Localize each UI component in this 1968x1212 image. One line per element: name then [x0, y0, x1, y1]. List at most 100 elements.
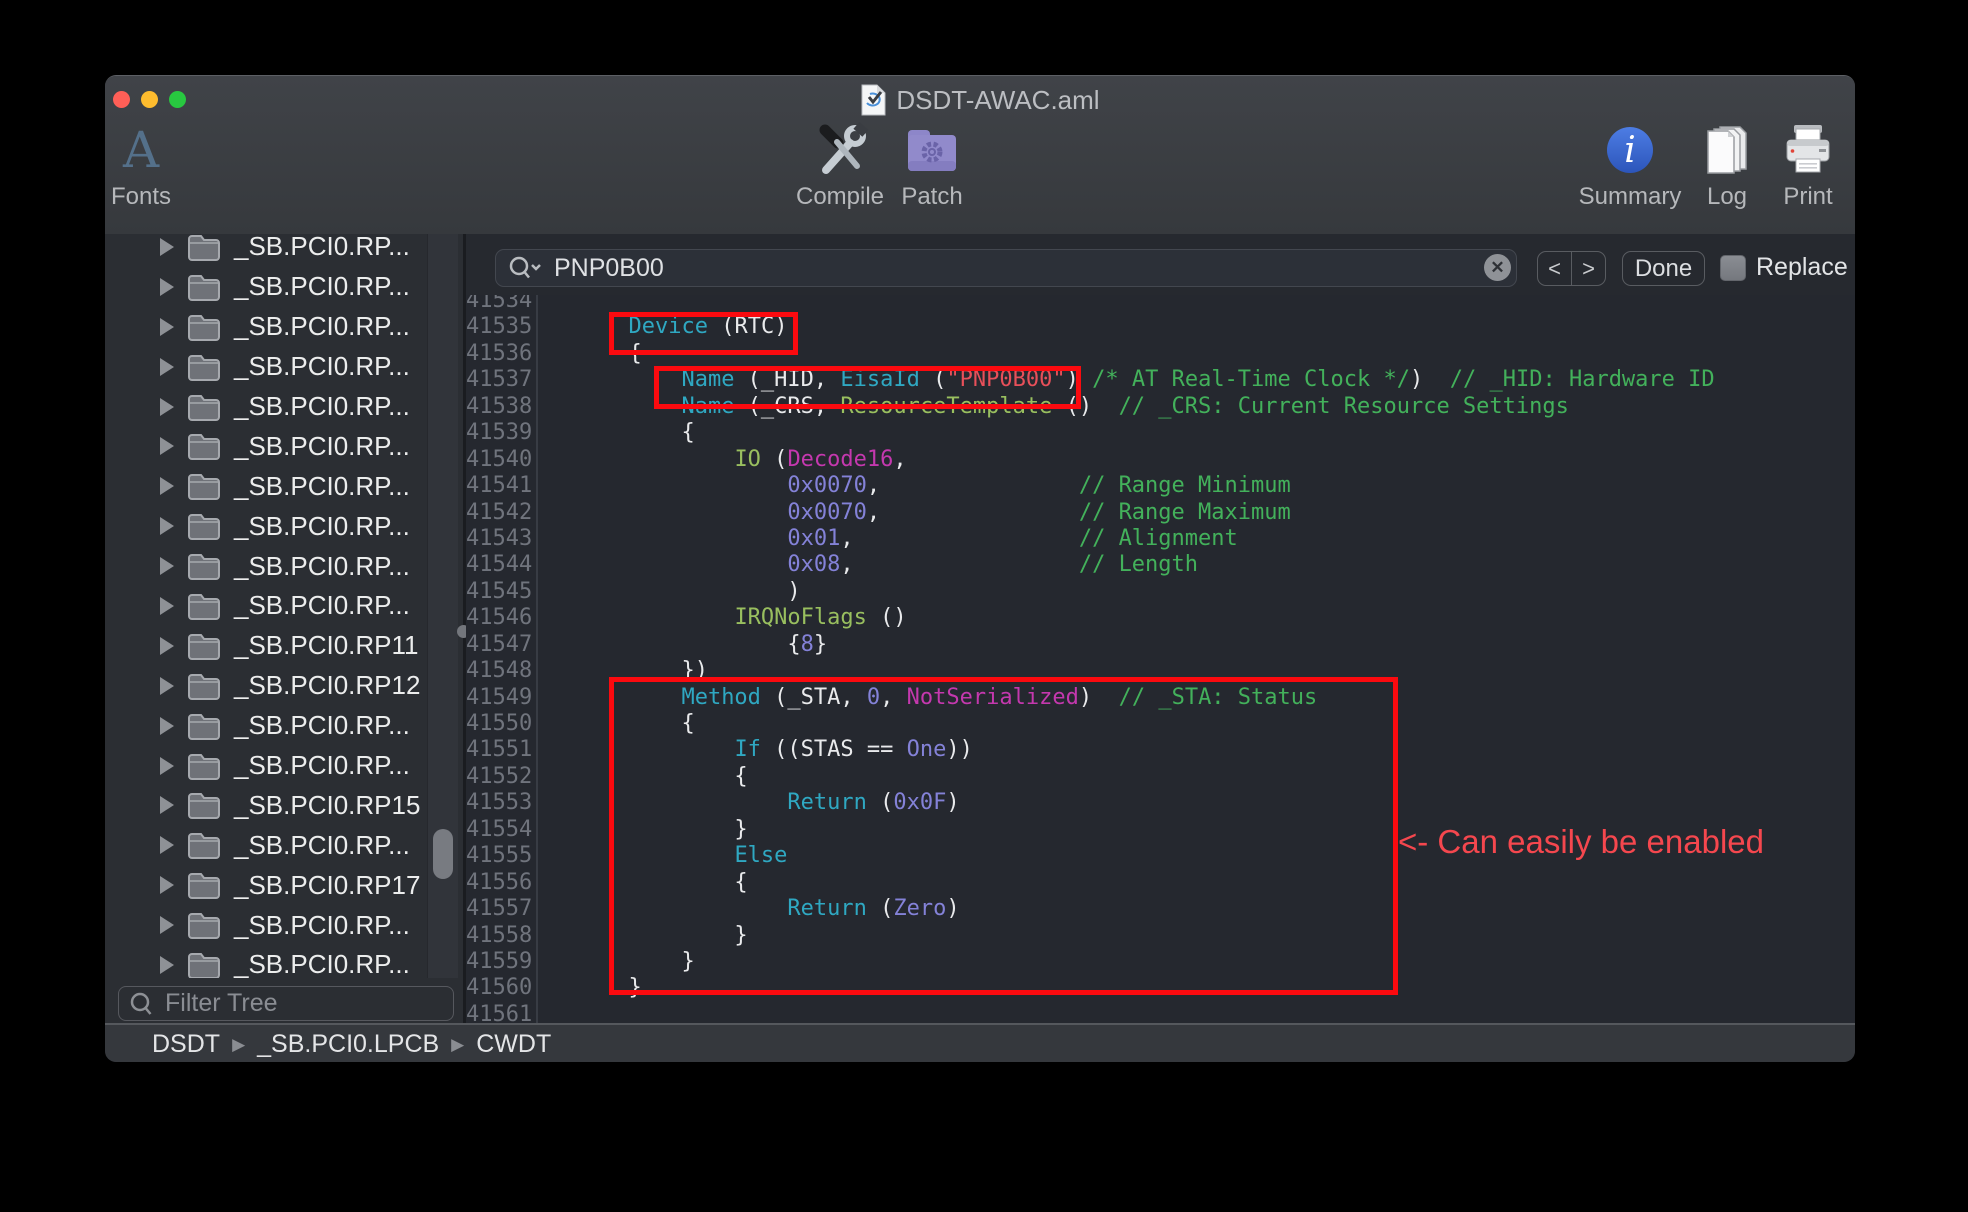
search-icon — [508, 255, 542, 281]
replace-checkbox[interactable] — [1720, 255, 1746, 281]
annotation-box-hid-eisaid — [654, 366, 1081, 409]
disclosure-triangle-icon[interactable] — [160, 597, 174, 615]
svg-text:i: i — [1624, 130, 1636, 171]
sidebar-item[interactable]: _SB.PCI0.RP12 — [105, 666, 427, 706]
sidebar-item-label: _SB.PCI0.RP... — [234, 351, 410, 382]
breadcrumb-item[interactable]: DSDT — [152, 1030, 220, 1059]
disclosure-triangle-icon[interactable] — [160, 437, 174, 455]
folder-icon — [187, 752, 221, 780]
breadcrumb-item[interactable]: _SB.PCI0.LPCB — [257, 1030, 439, 1059]
folder-icon — [187, 592, 221, 620]
find-next-button[interactable]: > — [1572, 252, 1605, 285]
disclosure-triangle-icon[interactable] — [160, 916, 174, 934]
toolbar-item-patch[interactable]: Patch — [877, 121, 987, 209]
code-line[interactable]: 41539 { — [466, 420, 1855, 446]
sidebar-item[interactable]: _SB.PCI0.RP... — [105, 905, 427, 945]
sidebar-item[interactable]: _SB.PCI0.RP... — [105, 267, 427, 307]
chevron-left-icon: < — [1548, 256, 1561, 282]
sidebar-item[interactable]: _SB.PCI0.RP... — [105, 546, 427, 586]
sidebar-item[interactable]: _SB.PCI0.RP... — [105, 746, 427, 786]
folder-icon — [187, 472, 221, 500]
summary-label: Summary — [1579, 185, 1682, 209]
sidebar-item-label: _SB.PCI0.RP... — [234, 391, 410, 422]
toolbar-item-print[interactable]: Print — [1753, 121, 1855, 209]
toolbar-item-summary[interactable]: i Summary — [1575, 121, 1685, 209]
code-text: 0x0070, // Range Maximum — [538, 500, 1291, 526]
folder-icon — [187, 313, 221, 341]
line-number: 41546 — [466, 605, 538, 631]
code-line[interactable]: 41542 0x0070, // Range Maximum — [466, 500, 1855, 526]
disclosure-triangle-icon[interactable] — [160, 477, 174, 495]
sidebar-item-label: _SB.PCI0.RP... — [234, 949, 410, 980]
sidebar-item[interactable]: _SB.PCI0.RP17 — [105, 865, 427, 905]
find-previous-button[interactable]: < — [1538, 252, 1572, 285]
filter-tree-input[interactable]: Filter Tree — [118, 986, 454, 1021]
sidebar-item[interactable]: _SB.PCI0.RP... — [105, 506, 427, 546]
disclosure-triangle-icon[interactable] — [160, 398, 174, 416]
disclosure-triangle-icon[interactable] — [160, 956, 174, 974]
code-line[interactable]: 41547 {8} — [466, 632, 1855, 658]
folder-icon — [187, 831, 221, 859]
folder-icon — [187, 632, 221, 660]
disclosure-triangle-icon[interactable] — [160, 876, 174, 894]
code-line[interactable]: 41541 0x0070, // Range Minimum — [466, 473, 1855, 499]
disclosure-triangle-icon[interactable] — [160, 757, 174, 775]
find-bar: PNP0B00 ✕ < > Done Replace — [466, 234, 1855, 296]
code-line[interactable]: 41540 IO (Decode16, — [466, 447, 1855, 473]
disclosure-triangle-icon[interactable] — [160, 358, 174, 376]
code-text: {8} — [538, 632, 827, 658]
disclosure-triangle-icon[interactable] — [160, 677, 174, 695]
line-number: 41538 — [466, 394, 538, 420]
done-button[interactable]: Done — [1622, 251, 1705, 286]
sidebar-item[interactable]: _SB.PCI0.RP... — [105, 307, 427, 347]
line-number: 41537 — [466, 367, 538, 393]
sidebar-scrollbar-thumb[interactable] — [433, 829, 453, 879]
search-input[interactable]: PNP0B00 — [495, 249, 1517, 287]
line-number: 41554 — [466, 817, 538, 843]
toolbar-item-fonts[interactable]: A Fonts — [105, 121, 196, 209]
sidebar-item-label: _SB.PCI0.RP... — [234, 311, 410, 342]
code-line[interactable]: 41546 IRQNoFlags () — [466, 605, 1855, 631]
sidebar-item[interactable]: _SB.PCI0.RP... — [105, 466, 427, 506]
disclosure-triangle-icon[interactable] — [160, 278, 174, 296]
disclosure-triangle-icon[interactable] — [160, 318, 174, 336]
code-text: 0x01, // Alignment — [538, 526, 1238, 552]
sidebar-item[interactable]: _SB.PCI0.RP11 — [105, 626, 427, 666]
sidebar-item-label: _SB.PCI0.RP... — [234, 234, 410, 262]
line-number: 41555 — [466, 843, 538, 869]
sidebar-item[interactable]: _SB.PCI0.RP... — [105, 426, 427, 466]
print-label: Print — [1783, 185, 1832, 209]
sidebar-item-label: _SB.PCI0.RP... — [234, 271, 410, 302]
code-text: 0x08, // Length — [538, 552, 1198, 578]
disclosure-triangle-icon[interactable] — [160, 796, 174, 814]
sidebar-item[interactable]: _SB.PCI0.RP... — [105, 825, 427, 865]
sidebar-item[interactable]: _SB.PCI0.RP... — [105, 706, 427, 746]
titlebar: DSDT-AWAC.aml — [105, 84, 1855, 116]
sidebar-item[interactable]: _SB.PCI0.RP... — [105, 234, 427, 267]
line-number: 41539 — [466, 420, 538, 446]
code-line[interactable]: 41545 ) — [466, 579, 1855, 605]
disclosure-triangle-icon[interactable] — [160, 517, 174, 535]
line-number: 41541 — [466, 473, 538, 499]
line-number: 41536 — [466, 341, 538, 367]
code-line[interactable]: 41543 0x01, // Alignment — [466, 526, 1855, 552]
disclosure-triangle-icon[interactable] — [160, 836, 174, 854]
sidebar-item[interactable]: _SB.PCI0.RP15 — [105, 785, 427, 825]
breadcrumb-item[interactable]: CWDT — [476, 1030, 551, 1059]
app-window: DSDT-AWAC.aml A Fonts Compile — [105, 75, 1855, 1062]
disclosure-triangle-icon[interactable] — [160, 717, 174, 735]
disclosure-triangle-icon[interactable] — [160, 637, 174, 655]
sidebar-item[interactable]: _SB.PCI0.RP... — [105, 586, 427, 626]
filter-search-icon — [129, 991, 155, 1017]
code-line[interactable]: 41561 — [466, 1002, 1855, 1023]
annotation-box-sta-method — [609, 677, 1398, 995]
sidebar-item[interactable]: _SB.PCI0.RP... — [105, 387, 427, 427]
disclosure-triangle-icon[interactable] — [160, 557, 174, 575]
code-line[interactable]: 41544 0x08, // Length — [466, 552, 1855, 578]
sidebar-item[interactable]: _SB.PCI0.RP... — [105, 347, 427, 387]
clear-search-button[interactable]: ✕ — [1484, 254, 1511, 281]
sidebar-item-label: _SB.PCI0.RP... — [234, 710, 410, 741]
compile-icon — [811, 121, 869, 179]
disclosure-triangle-icon[interactable] — [160, 238, 174, 256]
sidebar-item-label: _SB.PCI0.RP12 — [234, 670, 420, 701]
